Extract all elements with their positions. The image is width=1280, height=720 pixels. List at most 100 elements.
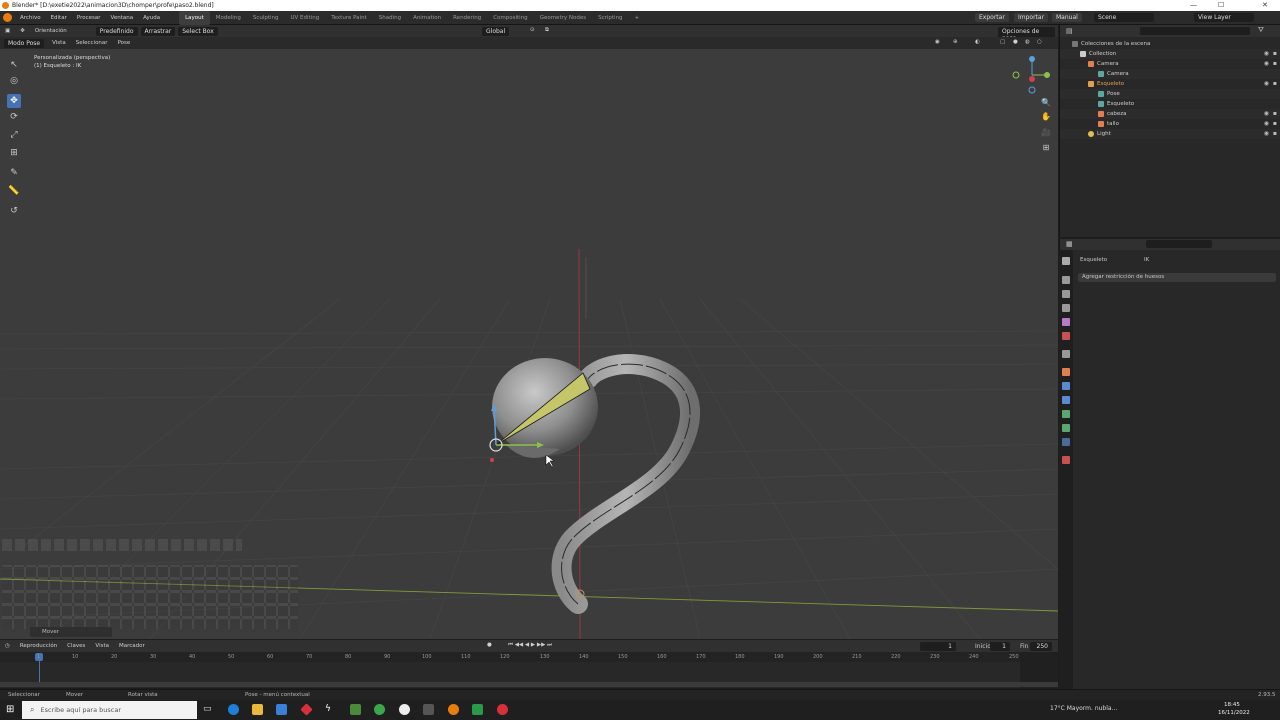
chrome-icon[interactable] xyxy=(374,704,385,715)
scale-tool-icon[interactable]: ⤢ xyxy=(7,128,21,142)
tab-animation[interactable]: Animation xyxy=(407,11,447,25)
object-tab-icon[interactable] xyxy=(1062,368,1070,376)
render-tab-icon[interactable] xyxy=(1062,276,1070,284)
weather-widget[interactable]: 17°C Mayorm. nubla... xyxy=(1050,705,1117,712)
blender-taskbar-icon[interactable] xyxy=(448,704,459,715)
menu-archivo[interactable]: Archivo xyxy=(15,11,46,25)
tab-geometry-nodes[interactable]: Geometry Nodes xyxy=(534,11,592,25)
properties-editor-icon[interactable]: ▦ xyxy=(1066,240,1073,248)
edge-icon[interactable] xyxy=(228,704,239,715)
view-layer-selector[interactable]: View Layer xyxy=(1194,13,1254,22)
view-layer-tab-icon[interactable] xyxy=(1062,304,1070,312)
export-button[interactable]: Exportar xyxy=(975,13,1009,22)
blender-menu-icon[interactable] xyxy=(3,13,12,22)
outliner-row[interactable]: cabeza ◉ ▪ xyxy=(1060,109,1280,119)
filter-icon[interactable]: ⛛ xyxy=(1258,26,1264,35)
timeline-editor-icon[interactable]: ◷ xyxy=(0,643,15,649)
outliner-row[interactable]: Light ◉ ▪ xyxy=(1060,129,1280,139)
mode-dropdown[interactable]: Modo Pose xyxy=(4,38,45,48)
cursor-tool-icon[interactable]: ◎ xyxy=(7,74,21,88)
tab-texture-paint[interactable]: Texture Paint xyxy=(325,11,373,25)
import-button[interactable]: Importar xyxy=(1014,13,1049,22)
render-icon[interactable]: ▪ xyxy=(1273,119,1277,129)
tab-shading[interactable]: Shading xyxy=(373,11,407,25)
menu-pose[interactable]: Pose xyxy=(113,40,136,46)
playback-controls[interactable]: ⏮ ◀◀ ◀ ▶ ▶▶ ⏭ xyxy=(503,642,557,649)
current-frame-field[interactable]: 1 xyxy=(920,642,956,651)
menu-procesar[interactable]: Procesar xyxy=(72,11,106,25)
collection-tab-icon[interactable] xyxy=(1062,350,1070,358)
playback-menu[interactable]: Reproducción xyxy=(15,643,62,649)
world-tab-icon[interactable] xyxy=(1062,332,1070,340)
outliner-row[interactable]: Esqueleto xyxy=(1060,99,1280,109)
shading-rendered-icon[interactable]: ○ xyxy=(1032,39,1047,45)
rotate-tool-icon[interactable]: ⟳ xyxy=(7,110,21,124)
physics-tab-icon[interactable] xyxy=(1062,396,1070,404)
minimize-button[interactable]: — xyxy=(1190,1,1197,9)
tab-modeling[interactable]: Modeling xyxy=(210,11,247,25)
bone-tab-icon[interactable] xyxy=(1062,424,1070,432)
tab-rendering[interactable]: Rendering xyxy=(447,11,487,25)
tab-sculpting[interactable]: Sculpting xyxy=(247,11,285,25)
app-red-icon[interactable] xyxy=(300,703,313,716)
outliner-editor-icon[interactable]: ▤ xyxy=(1066,27,1073,35)
measure-tool-icon[interactable]: 📏 xyxy=(7,184,21,198)
tab-uv-editing[interactable]: UV Editing xyxy=(285,11,326,25)
tab-layout[interactable]: Layout xyxy=(179,10,210,25)
modifier-tab-icon[interactable] xyxy=(1062,382,1070,390)
tool-tab-icon[interactable] xyxy=(1062,257,1070,265)
outliner-row[interactable]: Colecciones de la escena xyxy=(1060,39,1280,49)
roll-tool-icon[interactable]: ↺ xyxy=(7,204,21,218)
pivot-icon[interactable]: ⊙ xyxy=(525,27,540,33)
menu-ventana[interactable]: Ventana xyxy=(106,11,139,25)
outliner-row[interactable]: Collection ◉ ▪ xyxy=(1060,49,1280,59)
eye-icon[interactable]: ◉ xyxy=(1264,59,1269,69)
eye-icon[interactable]: ◉ xyxy=(1264,129,1269,139)
end-frame-field[interactable]: 250 xyxy=(1030,642,1052,651)
maximize-button[interactable]: ☐ xyxy=(1218,1,1224,9)
zoom-icon[interactable]: 🔍 xyxy=(1040,97,1052,109)
outliner-row[interactable]: Pose xyxy=(1060,89,1280,99)
select-box-dropdown[interactable]: Select Box xyxy=(178,26,218,36)
app-circle-icon[interactable] xyxy=(399,704,410,715)
windows-start-icon[interactable]: ⊞ xyxy=(6,704,17,715)
render-icon[interactable]: ▪ xyxy=(1273,59,1277,69)
recorder-icon[interactable] xyxy=(497,704,508,715)
select-tool-icon[interactable]: ↖ xyxy=(7,58,21,72)
last-operator-panel[interactable]: Mover xyxy=(30,627,112,637)
menu-editar[interactable]: Editar xyxy=(46,11,72,25)
gizmo-icon[interactable]: ⊕ xyxy=(948,39,963,45)
outliner-row[interactable]: Camera ◉ ▪ xyxy=(1060,59,1280,69)
properties-search-input[interactable] xyxy=(1146,240,1212,248)
ortho-toggle-icon[interactable]: ⊞ xyxy=(1040,142,1052,154)
add-workspace-button[interactable]: + xyxy=(629,11,646,25)
view-menu[interactable]: Vista xyxy=(90,643,114,649)
scene-tab-icon[interactable] xyxy=(1062,318,1070,326)
camera-view-icon[interactable]: 🎥 xyxy=(1040,127,1052,139)
start-frame-field[interactable]: 1 xyxy=(990,642,1010,651)
render-icon[interactable]: ▪ xyxy=(1273,49,1277,59)
eye-icon[interactable]: ◉ xyxy=(1264,119,1269,129)
data-tab-icon[interactable] xyxy=(1062,410,1070,418)
outliner-row[interactable]: Camera xyxy=(1060,69,1280,79)
timeline-scrollbar[interactable] xyxy=(0,682,1058,687)
eye-icon[interactable]: ◉ xyxy=(1264,109,1269,119)
excel-icon[interactable] xyxy=(472,704,483,715)
drag-dropdown[interactable]: Arrastrar xyxy=(140,26,176,36)
close-button[interactable]: ✕ xyxy=(1262,1,1268,9)
outliner-row[interactable]: tallo ◉ ▪ xyxy=(1060,119,1280,129)
render-icon[interactable]: ▪ xyxy=(1273,129,1277,139)
minecraft-icon[interactable] xyxy=(350,704,361,715)
annotate-tool-icon[interactable]: ✎ xyxy=(7,166,21,180)
timeline-area[interactable]: 1 10 20 30 40 50 60 70 80 90 100 110 120… xyxy=(0,652,1058,688)
eye-icon[interactable]: ◉ xyxy=(1264,79,1269,89)
task-view-icon[interactable]: ▭ xyxy=(203,704,214,715)
move-tool-icon[interactable]: ✥ xyxy=(7,94,21,108)
orientation-default-dropdown[interactable]: Predefinido xyxy=(95,26,138,36)
app-grey-icon[interactable] xyxy=(423,704,434,715)
scene-selector[interactable]: Scene xyxy=(1094,13,1154,22)
render-icon[interactable]: ▪ xyxy=(1273,79,1277,89)
app-bolt-icon[interactable]: ϟ xyxy=(325,704,336,715)
eye-icon[interactable]: ◉ xyxy=(1264,49,1269,59)
menu-vista[interactable]: Vista xyxy=(47,40,71,46)
